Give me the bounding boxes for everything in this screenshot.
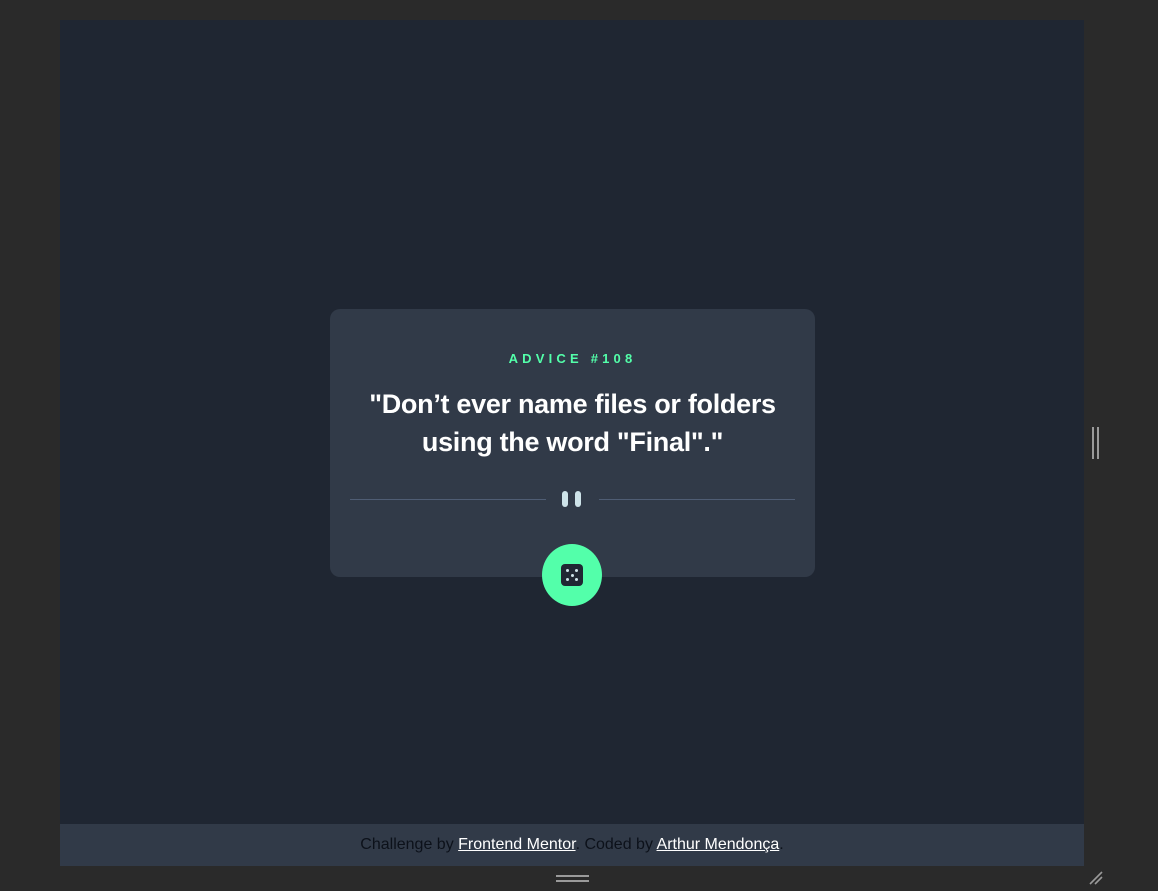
divider-line-left [350, 499, 546, 500]
attribution-footer: Challenge by Frontend Mentor. Coded by A… [60, 824, 1084, 866]
advice-card: ADVICE #108 "Don’t ever name files or fo… [330, 309, 815, 577]
frontend-mentor-link[interactable]: Frontend Mentor [458, 836, 575, 853]
resize-corner-icon[interactable] [1088, 870, 1104, 886]
advice-number: ADVICE #108 [508, 351, 637, 366]
divider [350, 489, 795, 509]
author-link[interactable]: Arthur Mendonça [657, 836, 780, 853]
resize-handle-right-icon[interactable] [1092, 427, 1100, 459]
preview-viewport: ADVICE #108 "Don’t ever name files or fo… [60, 20, 1084, 866]
footer-suffix: . [779, 836, 784, 853]
coded-prefix: . Coded by [575, 836, 653, 853]
challenge-prefix: Challenge by [360, 836, 454, 853]
advice-quote: "Don’t ever name files or folders using … [369, 389, 776, 457]
pause-icon [561, 491, 583, 508]
resize-handle-bottom-icon[interactable] [556, 875, 590, 883]
divider-line-right [599, 499, 795, 500]
dice-icon [561, 564, 583, 586]
generate-advice-button[interactable] [542, 544, 602, 606]
